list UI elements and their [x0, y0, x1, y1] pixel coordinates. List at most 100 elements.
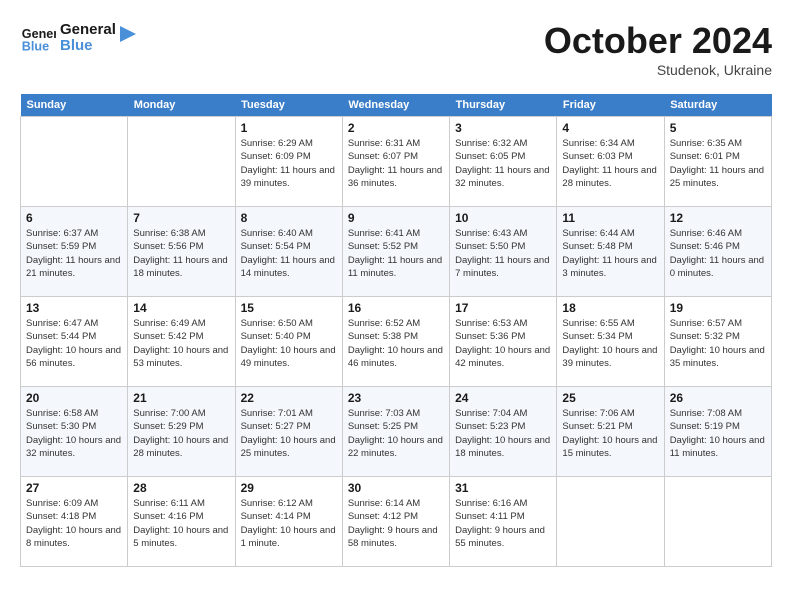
calendar-cell: 3 Sunrise: 6:32 AM Sunset: 6:05 PM Daylig…: [450, 117, 557, 207]
col-friday: Friday: [557, 94, 664, 117]
calendar-cell: 27Sunrise: 6:09 AM Sunset: 4:18 PM Dayli…: [21, 477, 128, 567]
day-number: 2: [348, 121, 444, 135]
day-number: 11: [562, 211, 658, 225]
svg-text:Blue: Blue: [22, 40, 49, 54]
cell-content: Sunrise: 6:32 AM Sunset: 6:05 PM Dayligh…: [455, 137, 551, 190]
calendar-cell: 23Sunrise: 7:03 AM Sunset: 5:25 PM Dayli…: [342, 387, 449, 477]
calendar-cell: 5Sunrise: 6:35 AM Sunset: 6:01 PM Daylig…: [664, 117, 771, 207]
calendar-cell: 19Sunrise: 6:57 AM Sunset: 5:32 PM Dayli…: [664, 297, 771, 387]
day-number: 19: [670, 301, 766, 315]
cell-content: Sunrise: 6:14 AM Sunset: 4:12 PM Dayligh…: [348, 497, 444, 550]
cell-content: Sunrise: 7:03 AM Sunset: 5:25 PM Dayligh…: [348, 407, 444, 460]
title-block: October 2024 Studenok, Ukraine: [544, 20, 772, 78]
day-number: 15: [241, 301, 337, 315]
cell-content: Sunrise: 6:50 AM Sunset: 5:40 PM Dayligh…: [241, 317, 337, 370]
calendar-header: Sunday Monday Tuesday Wednesday Thursday…: [21, 94, 772, 117]
calendar-cell: 4 Sunrise: 6:34 AM Sunset: 6:03 PM Daylig…: [557, 117, 664, 207]
calendar-cell: 11Sunrise: 6:44 AM Sunset: 5:48 PM Dayli…: [557, 207, 664, 297]
calendar-cell: 20 Sunrise: 6:58 AM Sunset: 5:30 PM Dayli…: [21, 387, 128, 477]
cell-content: Sunrise: 7:00 AM Sunset: 5:29 PM Dayligh…: [133, 407, 229, 460]
cell-content: Sunrise: 6:43 AM Sunset: 5:50 PM Dayligh…: [455, 227, 551, 280]
day-number: 31: [455, 481, 551, 495]
cell-content: Sunrise: 6:41 AM Sunset: 5:52 PM Dayligh…: [348, 227, 444, 280]
calendar-week-3: 13Sunrise: 6:47 AM Sunset: 5:44 PM Dayli…: [21, 297, 772, 387]
cell-content: Sunrise: 6:12 AM Sunset: 4:14 PM Dayligh…: [241, 497, 337, 550]
day-number: 14: [133, 301, 229, 315]
month-title: October 2024: [544, 20, 772, 62]
logo-icon: General Blue: [20, 20, 56, 56]
cell-content: Sunrise: 6:31 AM Sunset: 6:07 PM Dayligh…: [348, 137, 444, 190]
day-number: 18: [562, 301, 658, 315]
calendar-cell: 16Sunrise: 6:52 AM Sunset: 5:38 PM Dayli…: [342, 297, 449, 387]
calendar-cell: [128, 117, 235, 207]
calendar-cell: 2 Sunrise: 6:31 AM Sunset: 6:07 PM Daylig…: [342, 117, 449, 207]
day-number: 25: [562, 391, 658, 405]
cell-content: Sunrise: 7:04 AM Sunset: 5:23 PM Dayligh…: [455, 407, 551, 460]
day-number: 7: [133, 211, 229, 225]
calendar-cell: 22Sunrise: 7:01 AM Sunset: 5:27 PM Dayli…: [235, 387, 342, 477]
calendar-cell: 28 Sunrise: 6:11 AM Sunset: 4:16 PM Dayli…: [128, 477, 235, 567]
calendar-cell: 9 Sunrise: 6:41 AM Sunset: 5:52 PM Daylig…: [342, 207, 449, 297]
calendar-cell: [664, 477, 771, 567]
cell-content: Sunrise: 6:46 AM Sunset: 5:46 PM Dayligh…: [670, 227, 766, 280]
cell-content: Sunrise: 6:34 AM Sunset: 6:03 PM Dayligh…: [562, 137, 658, 190]
calendar-cell: 18 Sunrise: 6:55 AM Sunset: 5:34 PM Dayli…: [557, 297, 664, 387]
calendar-week-1: 1Sunrise: 6:29 AM Sunset: 6:09 PM Daylig…: [21, 117, 772, 207]
calendar-cell: 21Sunrise: 7:00 AM Sunset: 5:29 PM Dayli…: [128, 387, 235, 477]
col-tuesday: Tuesday: [235, 94, 342, 117]
calendar-week-4: 20 Sunrise: 6:58 AM Sunset: 5:30 PM Dayli…: [21, 387, 772, 477]
calendar-cell: [557, 477, 664, 567]
day-number: 3: [455, 121, 551, 135]
day-number: 26: [670, 391, 766, 405]
calendar-cell: 14 Sunrise: 6:49 AM Sunset: 5:42 PM Dayli…: [128, 297, 235, 387]
day-number: 24: [455, 391, 551, 405]
day-number: 20: [26, 391, 122, 405]
day-number: 30: [348, 481, 444, 495]
col-wednesday: Wednesday: [342, 94, 449, 117]
calendar-cell: [21, 117, 128, 207]
cell-content: Sunrise: 6:16 AM Sunset: 4:11 PM Dayligh…: [455, 497, 551, 550]
cell-content: Sunrise: 6:53 AM Sunset: 5:36 PM Dayligh…: [455, 317, 551, 370]
day-number: 9: [348, 211, 444, 225]
calendar-cell: 7Sunrise: 6:38 AM Sunset: 5:56 PM Daylig…: [128, 207, 235, 297]
cell-content: Sunrise: 6:11 AM Sunset: 4:16 PM Dayligh…: [133, 497, 229, 550]
cell-content: Sunrise: 6:09 AM Sunset: 4:18 PM Dayligh…: [26, 497, 122, 550]
calendar-cell: 13Sunrise: 6:47 AM Sunset: 5:44 PM Dayli…: [21, 297, 128, 387]
calendar-cell: 26 Sunrise: 7:08 AM Sunset: 5:19 PM Dayli…: [664, 387, 771, 477]
calendar-week-5: 27Sunrise: 6:09 AM Sunset: 4:18 PM Dayli…: [21, 477, 772, 567]
day-number: 28: [133, 481, 229, 495]
calendar-body: 1Sunrise: 6:29 AM Sunset: 6:09 PM Daylig…: [21, 117, 772, 567]
location-subtitle: Studenok, Ukraine: [544, 62, 772, 78]
calendar-cell: 31 Sunrise: 6:16 AM Sunset: 4:11 PM Dayli…: [450, 477, 557, 567]
cell-content: Sunrise: 6:40 AM Sunset: 5:54 PM Dayligh…: [241, 227, 337, 280]
calendar-cell: 29 Sunrise: 6:12 AM Sunset: 4:14 PM Dayli…: [235, 477, 342, 567]
col-thursday: Thursday: [450, 94, 557, 117]
calendar-table: Sunday Monday Tuesday Wednesday Thursday…: [20, 94, 772, 567]
day-number: 17: [455, 301, 551, 315]
cell-content: Sunrise: 6:37 AM Sunset: 5:59 PM Dayligh…: [26, 227, 122, 280]
day-number: 29: [241, 481, 337, 495]
calendar-cell: 25 Sunrise: 7:06 AM Sunset: 5:21 PM Dayli…: [557, 387, 664, 477]
calendar-cell: 12 Sunrise: 6:46 AM Sunset: 5:46 PM Dayli…: [664, 207, 771, 297]
calendar-week-2: 6Sunrise: 6:37 AM Sunset: 5:59 PM Daylig…: [21, 207, 772, 297]
cell-content: Sunrise: 6:52 AM Sunset: 5:38 PM Dayligh…: [348, 317, 444, 370]
header-row: Sunday Monday Tuesday Wednesday Thursday…: [21, 94, 772, 117]
day-number: 8: [241, 211, 337, 225]
cell-content: Sunrise: 6:55 AM Sunset: 5:34 PM Dayligh…: [562, 317, 658, 370]
col-saturday: Saturday: [664, 94, 771, 117]
calendar-cell: 24 Sunrise: 7:04 AM Sunset: 5:23 PM Dayli…: [450, 387, 557, 477]
cell-content: Sunrise: 6:29 AM Sunset: 6:09 PM Dayligh…: [241, 137, 337, 190]
day-number: 5: [670, 121, 766, 135]
day-number: 4: [562, 121, 658, 135]
calendar-cell: 15 Sunrise: 6:50 AM Sunset: 5:40 PM Dayli…: [235, 297, 342, 387]
col-sunday: Sunday: [21, 94, 128, 117]
logo-arrow-icon: [118, 24, 138, 44]
col-monday: Monday: [128, 94, 235, 117]
day-number: 10: [455, 211, 551, 225]
day-number: 12: [670, 211, 766, 225]
cell-content: Sunrise: 7:06 AM Sunset: 5:21 PM Dayligh…: [562, 407, 658, 460]
cell-content: Sunrise: 6:49 AM Sunset: 5:42 PM Dayligh…: [133, 317, 229, 370]
page-header: General Blue General Blue October 2024 S…: [20, 20, 772, 78]
cell-content: Sunrise: 6:58 AM Sunset: 5:30 PM Dayligh…: [26, 407, 122, 460]
cell-content: Sunrise: 7:08 AM Sunset: 5:19 PM Dayligh…: [670, 407, 766, 460]
